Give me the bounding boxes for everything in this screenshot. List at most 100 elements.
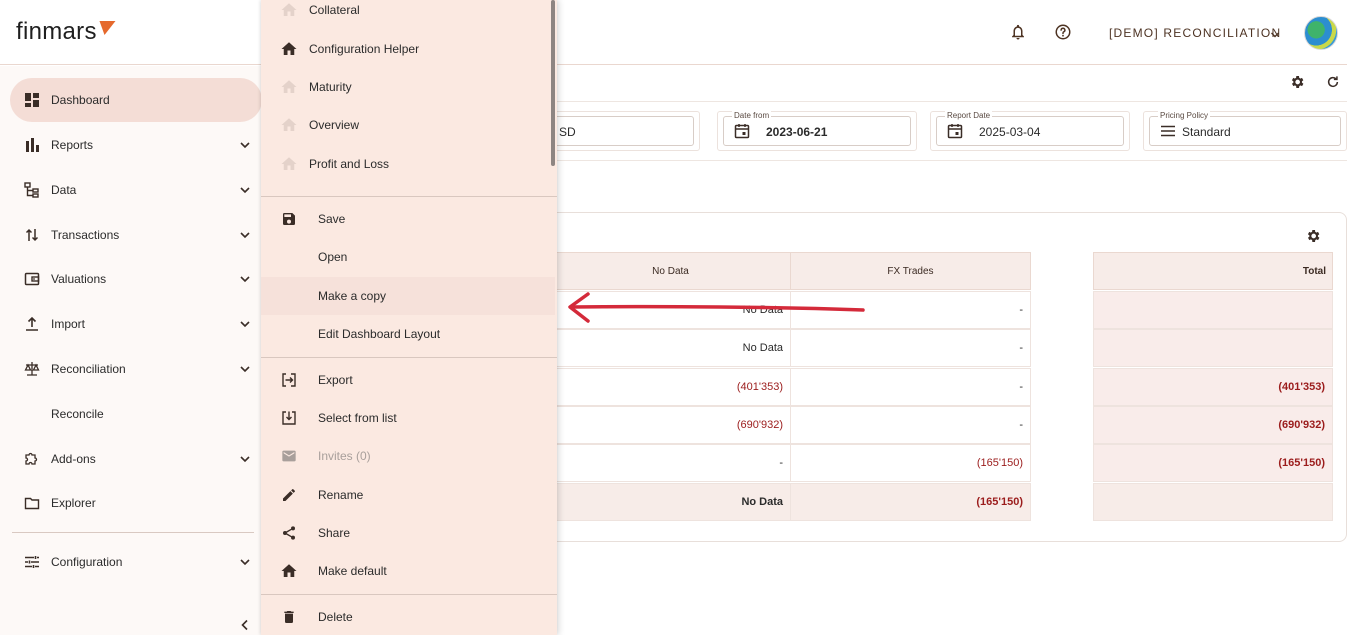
organization-name[interactable]: [DEMO] RECONCILIATION <box>1109 26 1281 40</box>
sidebar-item-dashboard[interactable]: Dashboard <box>10 78 262 122</box>
menu-item-layout-configuration-helper[interactable]: Configuration Helper <box>261 30 555 68</box>
menu-item-label: Maturity <box>309 80 352 94</box>
chevron-down-icon <box>239 273 251 285</box>
bell-icon[interactable] <box>1007 21 1029 43</box>
table-cell: - <box>550 444 791 482</box>
menu-item-label: Select from list <box>318 411 397 425</box>
import-icon <box>280 409 298 427</box>
puzzle-icon <box>23 450 41 468</box>
calendar-icon[interactable] <box>734 123 750 139</box>
menu-item-edit-dashboard-layout[interactable]: Edit Dashboard Layout <box>261 315 555 353</box>
date-from-filter[interactable]: Date from 2023-06-21 <box>717 111 917 151</box>
logo-triangle-icon <box>96 21 116 35</box>
pricing-policy-input[interactable]: Pricing Policy Standard <box>1149 111 1341 146</box>
pencil-icon <box>280 486 298 504</box>
gear-icon[interactable] <box>1288 73 1306 91</box>
menu-divider <box>261 594 557 595</box>
sidebar-item-label: Transactions <box>51 228 120 242</box>
sidebar-item-label: Data <box>51 183 77 197</box>
table-cell-total: (165'150) <box>1093 444 1333 482</box>
refresh-icon[interactable] <box>1324 73 1342 91</box>
table-cell: - <box>790 368 1031 406</box>
chevron-down-icon <box>239 229 251 241</box>
table-cell-total: (401'353) <box>1093 368 1333 406</box>
menu-item-layout-overview[interactable]: Overview <box>261 106 555 144</box>
sidebar-item-transactions[interactable]: Transactions <box>10 213 262 257</box>
menu-item-make-default[interactable]: Make default <box>261 552 555 590</box>
export-icon <box>280 371 298 389</box>
user-avatar[interactable] <box>1304 16 1338 50</box>
dashboard-icon <box>23 91 41 109</box>
logo-text: finmars <box>16 18 97 45</box>
table-footer-cell: No Data <box>550 483 791 521</box>
date-from-label: Date from <box>732 111 772 120</box>
table-cell: No Data <box>550 329 791 367</box>
calendar-icon[interactable] <box>947 123 963 139</box>
finmars-logo[interactable]: finmars <box>16 18 116 46</box>
share-icon <box>280 524 298 542</box>
report-date-input[interactable]: Report Date 2025-03-04 <box>936 111 1124 146</box>
chevron-down-icon <box>239 184 251 196</box>
menu-item-save[interactable]: Save <box>261 200 555 238</box>
menu-item-label: Save <box>318 212 346 226</box>
column-header-total[interactable]: Total <box>1093 252 1333 290</box>
sidebar-item-valuations[interactable]: Valuations <box>10 257 262 301</box>
wallet-icon <box>23 270 41 288</box>
column-header[interactable]: No Data <box>550 252 791 290</box>
pricing-policy-value: Standard <box>1182 125 1231 139</box>
folder-icon <box>23 494 41 512</box>
menu-item-label: Open <box>318 250 348 264</box>
sidebar-item-label: Reports <box>51 138 94 152</box>
table-cell-total: (690'932) <box>1093 406 1333 444</box>
chevron-down-icon <box>239 363 251 375</box>
chevron-down-icon[interactable] <box>1270 27 1280 38</box>
date-from-input[interactable]: Date from 2023-06-21 <box>723 111 911 146</box>
home-icon <box>280 1 298 19</box>
help-circle-icon[interactable] <box>1052 21 1074 43</box>
save-icon <box>280 210 298 228</box>
menu-item-label: Overview <box>309 118 360 132</box>
tree-icon <box>23 181 41 199</box>
sliders-icon <box>23 553 41 571</box>
chevron-down-icon <box>239 453 251 465</box>
menu-item-layout-profit-and-loss[interactable]: Profit and Loss <box>261 145 555 183</box>
menu-item-label: Delete <box>318 610 353 624</box>
menu-item-label: Configuration Helper <box>309 42 420 56</box>
menu-item-make-a-copy[interactable]: Make a copy <box>261 277 555 315</box>
menu-item-label: Make default <box>318 564 387 578</box>
home-icon <box>280 562 298 580</box>
sidebar-item-import[interactable]: Import <box>10 302 262 346</box>
list-icon <box>1160 123 1176 139</box>
menu-item-layout-collateral[interactable]: Collateral <box>261 0 555 29</box>
menu-item-layout-maturity[interactable]: Maturity <box>261 68 555 106</box>
sidebar-item-explorer[interactable]: Explorer <box>10 481 262 525</box>
sidebar-item-data[interactable]: Data <box>10 168 262 212</box>
column-header[interactable]: FX Trades <box>790 252 1031 290</box>
pricing-policy-filter[interactable]: Pricing Policy Standard <box>1143 111 1347 151</box>
menu-item-label: Collateral <box>309 3 360 17</box>
menu-item-export[interactable]: Export <box>261 361 555 399</box>
upload-icon <box>23 315 41 333</box>
sidebar-item-label: Reconcile <box>51 407 104 421</box>
menu-item-share[interactable]: Share <box>261 514 555 552</box>
table-footer-cell: (165'150) <box>790 483 1031 521</box>
menu-item-label: Invites (0) <box>318 449 371 463</box>
sidebar-item-add-ons[interactable]: Add-ons <box>10 437 262 481</box>
gear-icon[interactable] <box>1305 228 1323 246</box>
menu-item-select-from-list[interactable]: Select from list <box>261 399 555 437</box>
menu-item-label: Make a copy <box>318 289 387 303</box>
sidebar-item-reports[interactable]: Reports <box>10 123 262 167</box>
sidebar-item-configuration[interactable]: Configuration <box>10 540 262 584</box>
swap-vertical-icon <box>23 226 41 244</box>
menu-item-open[interactable]: Open <box>261 238 555 276</box>
menu-item-delete[interactable]: Delete <box>261 598 555 635</box>
sidebar-item-label: Configuration <box>51 555 123 569</box>
currency-value: SD <box>559 125 576 139</box>
sidebar-item-reconcile[interactable]: Reconcile <box>10 392 262 436</box>
collapse-sidebar-icon[interactable] <box>238 618 252 632</box>
report-date-filter[interactable]: Report Date 2025-03-04 <box>930 111 1130 151</box>
table-cell: - <box>790 406 1031 444</box>
table-cell: (690'932) <box>550 406 791 444</box>
sidebar-item-reconciliation[interactable]: Reconciliation <box>10 347 262 391</box>
menu-item-rename[interactable]: Rename <box>261 476 555 514</box>
